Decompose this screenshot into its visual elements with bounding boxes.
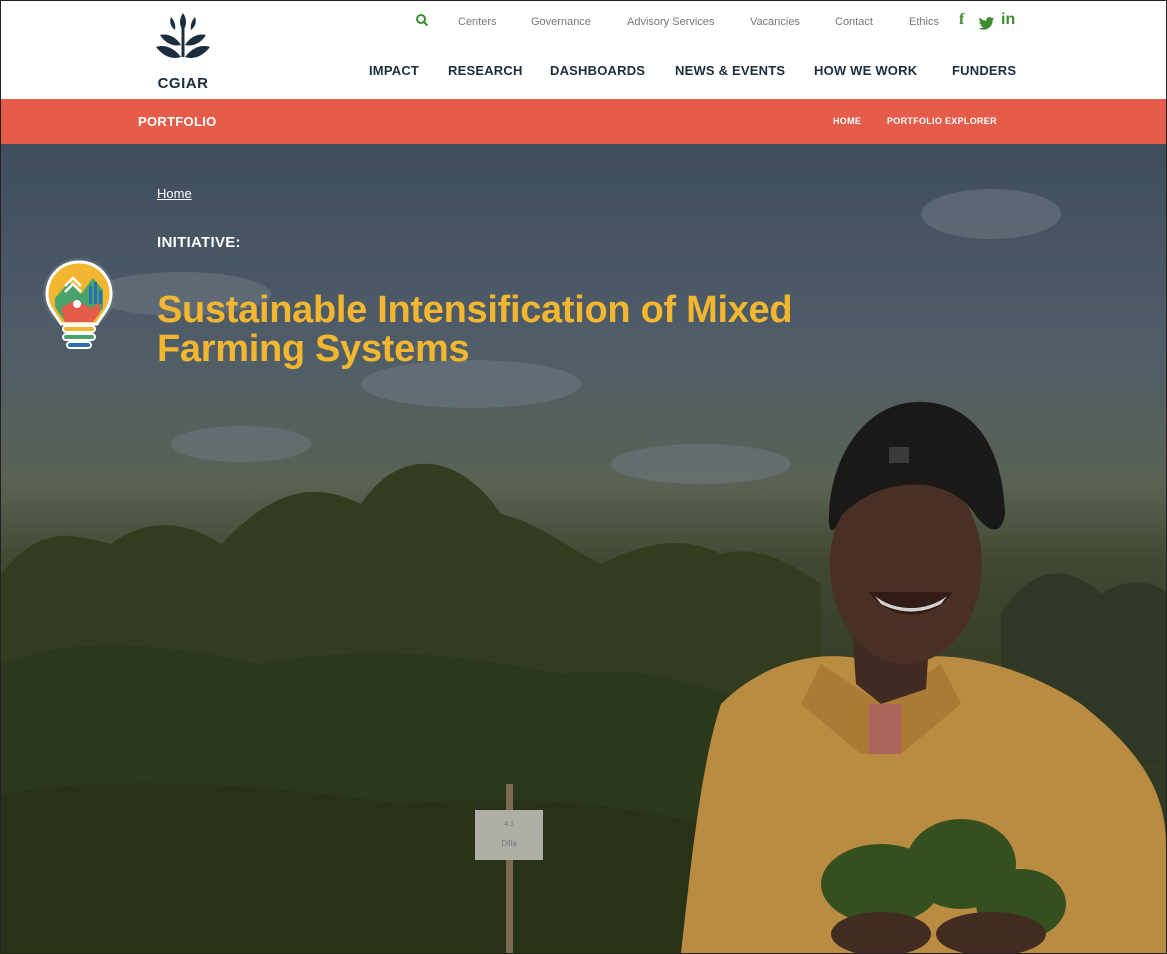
util-link-advisory-services[interactable]: Advisory Services bbox=[627, 16, 714, 34]
util-link-label: Vacancies bbox=[750, 16, 800, 28]
nav-label: RESEARCH bbox=[448, 63, 523, 78]
logo-text: CGIAR bbox=[157, 75, 209, 92]
nav-label: HOW WE WORK bbox=[814, 63, 918, 78]
facebook-icon[interactable]: f bbox=[959, 11, 964, 31]
wheat-logo-icon bbox=[156, 13, 210, 58]
util-link-centers[interactable]: Centers bbox=[458, 16, 497, 34]
nav-research[interactable]: RESEARCH bbox=[448, 63, 523, 78]
nav-impact[interactable]: IMPACT bbox=[369, 63, 419, 78]
initiative-title: Sustainable Intensification of Mixed Far… bbox=[157, 291, 1017, 369]
twitter-icon[interactable] bbox=[978, 14, 995, 34]
util-link-label: Ethics bbox=[909, 16, 939, 28]
portfolio-link-home[interactable]: HOME bbox=[833, 116, 861, 126]
title-line-2: Farming Systems bbox=[157, 328, 470, 370]
cgiar-logo[interactable]: CGIAR bbox=[146, 11, 220, 93]
hero-overlay bbox=[1, 144, 1166, 953]
nav-label: FUNDERS bbox=[952, 63, 1017, 78]
util-link-vacancies[interactable]: Vacancies bbox=[750, 16, 800, 34]
title-line-1: Sustainable Intensification of Mixed bbox=[157, 289, 793, 331]
util-link-contact[interactable]: Contact bbox=[835, 16, 873, 34]
util-link-label: Centers bbox=[458, 16, 497, 28]
page-frame: CGIAR Centers Governance Advisory Servic… bbox=[0, 0, 1167, 954]
portfolio-title[interactable]: PORTFOLIO bbox=[138, 114, 217, 129]
nav-label: NEWS & EVENTS bbox=[675, 63, 786, 78]
util-link-governance[interactable]: Governance bbox=[531, 16, 591, 34]
portfolio-link-explorer[interactable]: PORTFOLIO EXPLORER bbox=[887, 116, 997, 126]
util-link-label: Contact bbox=[835, 16, 873, 28]
util-link-label: Advisory Services bbox=[627, 16, 715, 28]
search-icon[interactable] bbox=[415, 13, 429, 27]
site-header: CGIAR Centers Governance Advisory Servic… bbox=[1, 1, 1166, 99]
breadcrumb-home[interactable]: Home bbox=[157, 186, 192, 201]
facebook-glyph: f bbox=[959, 11, 965, 28]
hero-banner: 4.1 Dilla Home INITIATIVE: Sustainable I… bbox=[1, 144, 1166, 953]
nav-label: IMPACT bbox=[369, 63, 420, 78]
portfolio-bar: PORTFOLIO HOME PORTFOLIO EXPLORER bbox=[1, 99, 1166, 144]
lightbulb-icon bbox=[43, 258, 115, 349]
linkedin-icon[interactable]: in bbox=[1001, 11, 1015, 31]
linkedin-glyph: in bbox=[1001, 11, 1016, 28]
nav-dashboards[interactable]: DASHBOARDS bbox=[550, 63, 645, 78]
nav-label: DASHBOARDS bbox=[550, 63, 646, 78]
initiative-kicker: INITIATIVE: bbox=[157, 234, 241, 251]
nav-news-events[interactable]: NEWS & EVENTS bbox=[675, 63, 785, 78]
nav-funders[interactable]: FUNDERS bbox=[952, 63, 1016, 78]
util-link-ethics[interactable]: Ethics bbox=[909, 16, 939, 34]
util-link-label: Governance bbox=[531, 16, 591, 28]
nav-how-we-work[interactable]: HOW WE WORK bbox=[814, 63, 917, 78]
